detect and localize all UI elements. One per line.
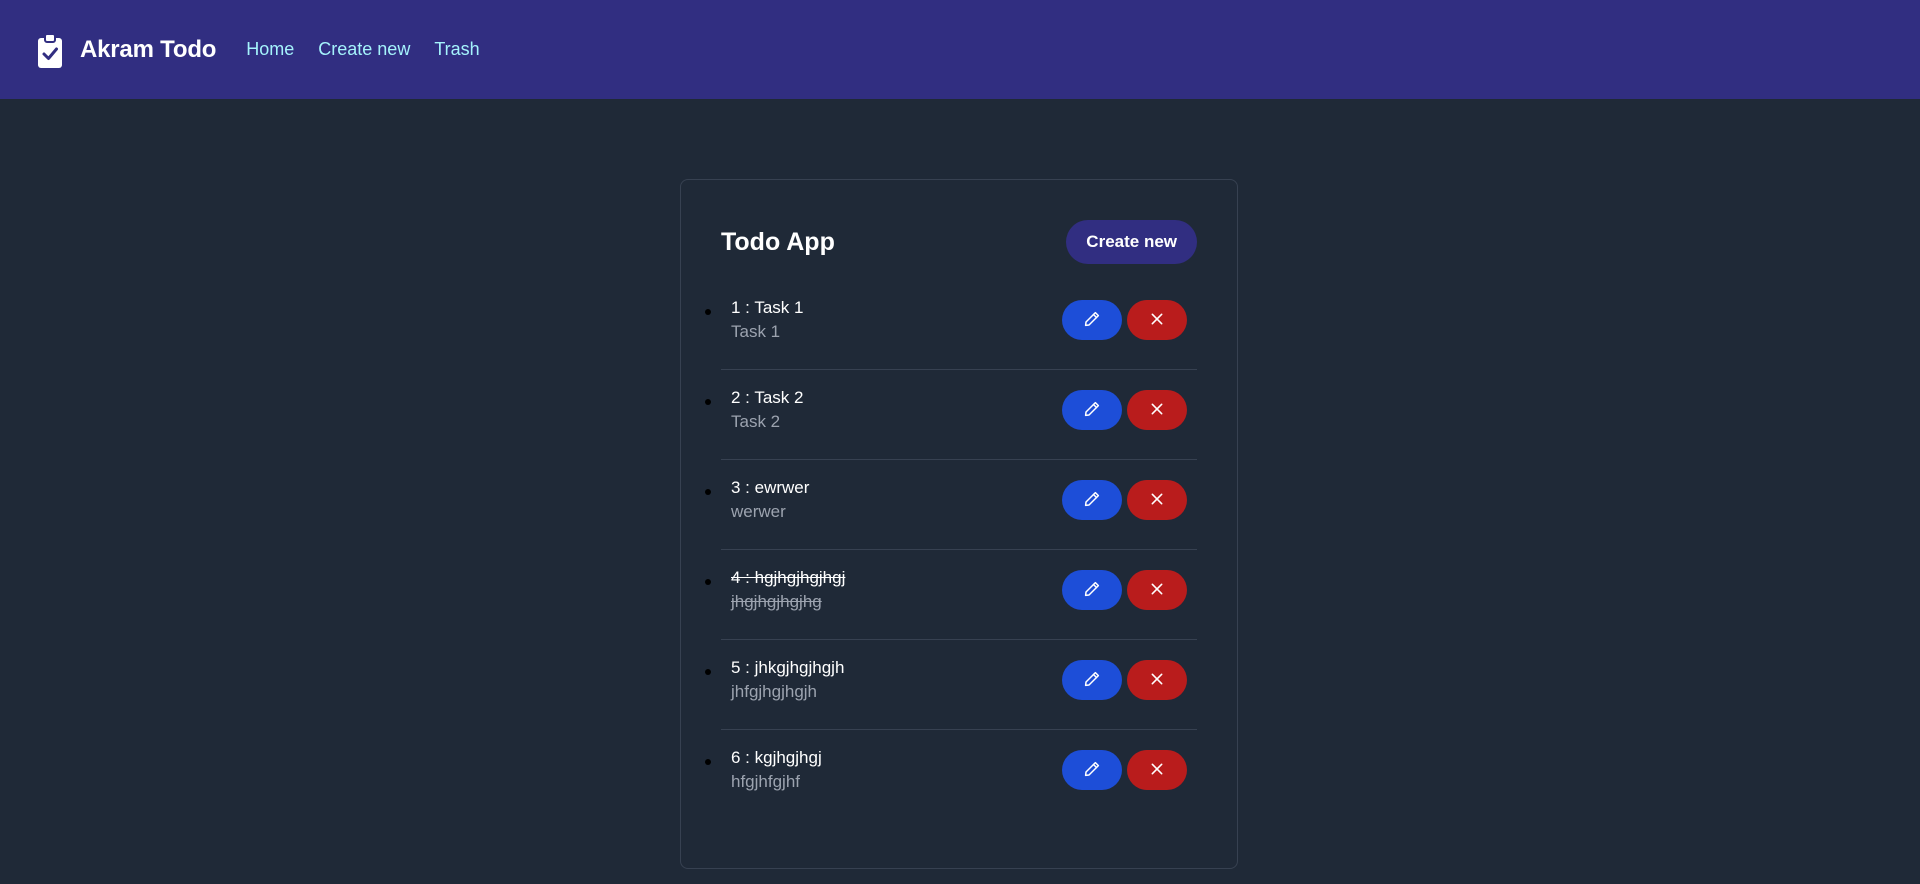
edit-button[interactable] — [1062, 300, 1122, 340]
close-icon — [1149, 401, 1165, 420]
todo-item: 1 : Task 1 Task 1 — [705, 280, 1197, 370]
todo-item: 2 : Task 2 Task 2 — [705, 370, 1197, 460]
close-icon — [1149, 761, 1165, 780]
delete-button[interactable] — [1127, 480, 1187, 520]
pencil-icon — [1083, 670, 1101, 691]
nav-link-trash[interactable]: Trash — [434, 39, 479, 60]
card-header: Todo App Create new — [721, 220, 1197, 264]
todo-description: Task 2 — [731, 412, 781, 431]
pencil-icon — [1083, 310, 1101, 331]
todo-description: Task 1 — [731, 322, 781, 341]
list-bullet — [705, 309, 711, 315]
todo-actions — [1062, 660, 1187, 700]
card-title: Todo App — [721, 227, 835, 256]
todo-item: 6 : kgjhgjhgj hfgjhfgjhf — [705, 730, 1197, 820]
nav-links: Home Create new Trash — [246, 39, 503, 60]
todo-title: 4 : hgjhgjhgjhgj — [731, 568, 846, 587]
todo-actions — [1062, 750, 1187, 790]
todo-text: 4 : hgjhgjhgjhgj jhgjhgjhgjhg — [731, 566, 845, 614]
todo-title: 1 : Task 1 — [731, 298, 804, 317]
todo-title: 2 : Task 2 — [731, 388, 804, 407]
todo-text: 1 : Task 1 Task 1 — [731, 296, 803, 344]
todo-description: jhgjhgjhgjhg — [731, 592, 822, 611]
list-bullet — [705, 759, 711, 765]
pencil-icon — [1083, 490, 1101, 511]
todo-actions — [1062, 390, 1187, 430]
pencil-icon — [1083, 580, 1101, 601]
todo-item: 3 : ewrwer werwer — [705, 460, 1197, 550]
todo-actions — [1062, 300, 1187, 340]
todo-list: 1 : Task 1 Task 1 2: Task 2 Task 2 3: … — [705, 280, 1197, 820]
delete-button[interactable] — [1127, 570, 1187, 610]
list-bullet — [705, 489, 711, 495]
todo-text: 5 : jhkgjhgjhgjh jhfgjhgjhgjh — [731, 656, 844, 704]
create-new-button[interactable]: Create new — [1066, 220, 1197, 264]
todo-description: jhfgjhgjhgjh — [731, 682, 818, 701]
delete-button[interactable] — [1127, 390, 1187, 430]
list-bullet — [705, 669, 711, 675]
edit-button[interactable] — [1062, 750, 1122, 790]
todo-text: 6 : kgjhgjhgj hfgjhfgjhf — [731, 746, 822, 794]
close-icon — [1149, 311, 1165, 330]
todo-item: 4 : hgjhgjhgjhgj jhgjhgjhgjhg — [705, 550, 1197, 640]
edit-button[interactable] — [1062, 660, 1122, 700]
todo-actions — [1062, 570, 1187, 610]
delete-button[interactable] — [1127, 660, 1187, 700]
pencil-icon — [1083, 760, 1101, 781]
todo-actions — [1062, 480, 1187, 520]
close-icon — [1149, 581, 1165, 600]
todo-text: 2 : Task 2 Task 2 — [731, 386, 803, 434]
todo-description: hfgjhfgjhf — [731, 772, 800, 791]
edit-button[interactable] — [1062, 570, 1122, 610]
todo-card: Todo App Create new 1 : Task 1 Task 1 2 … — [680, 179, 1238, 869]
edit-button[interactable] — [1062, 390, 1122, 430]
nav-link-home[interactable]: Home — [246, 39, 294, 60]
todo-title: 5 : jhkgjhgjhgjh — [731, 658, 845, 677]
list-bullet — [705, 579, 711, 585]
delete-button[interactable] — [1127, 300, 1187, 340]
brand-title: Akram Todo — [80, 35, 217, 63]
close-icon — [1149, 491, 1165, 510]
todo-text: 3 : ewrwer werwer — [731, 476, 809, 524]
close-icon — [1149, 671, 1165, 690]
pencil-icon — [1083, 400, 1101, 421]
nav-link-create-new[interactable]: Create new — [318, 39, 410, 60]
navbar: Akram Todo Home Create new Trash — [0, 0, 1920, 99]
todo-item: 5 : jhkgjhgjhgjh jhfgjhgjhgjh — [705, 640, 1197, 730]
todo-title: 3 : ewrwer — [731, 478, 810, 497]
clipboard-check-icon — [36, 32, 64, 68]
todo-description: werwer — [731, 502, 786, 521]
todo-title: 6 : kgjhgjhgj — [731, 748, 822, 767]
list-bullet — [705, 399, 711, 405]
edit-button[interactable] — [1062, 480, 1122, 520]
brand[interactable]: Akram Todo — [36, 32, 216, 68]
delete-button[interactable] — [1127, 750, 1187, 790]
